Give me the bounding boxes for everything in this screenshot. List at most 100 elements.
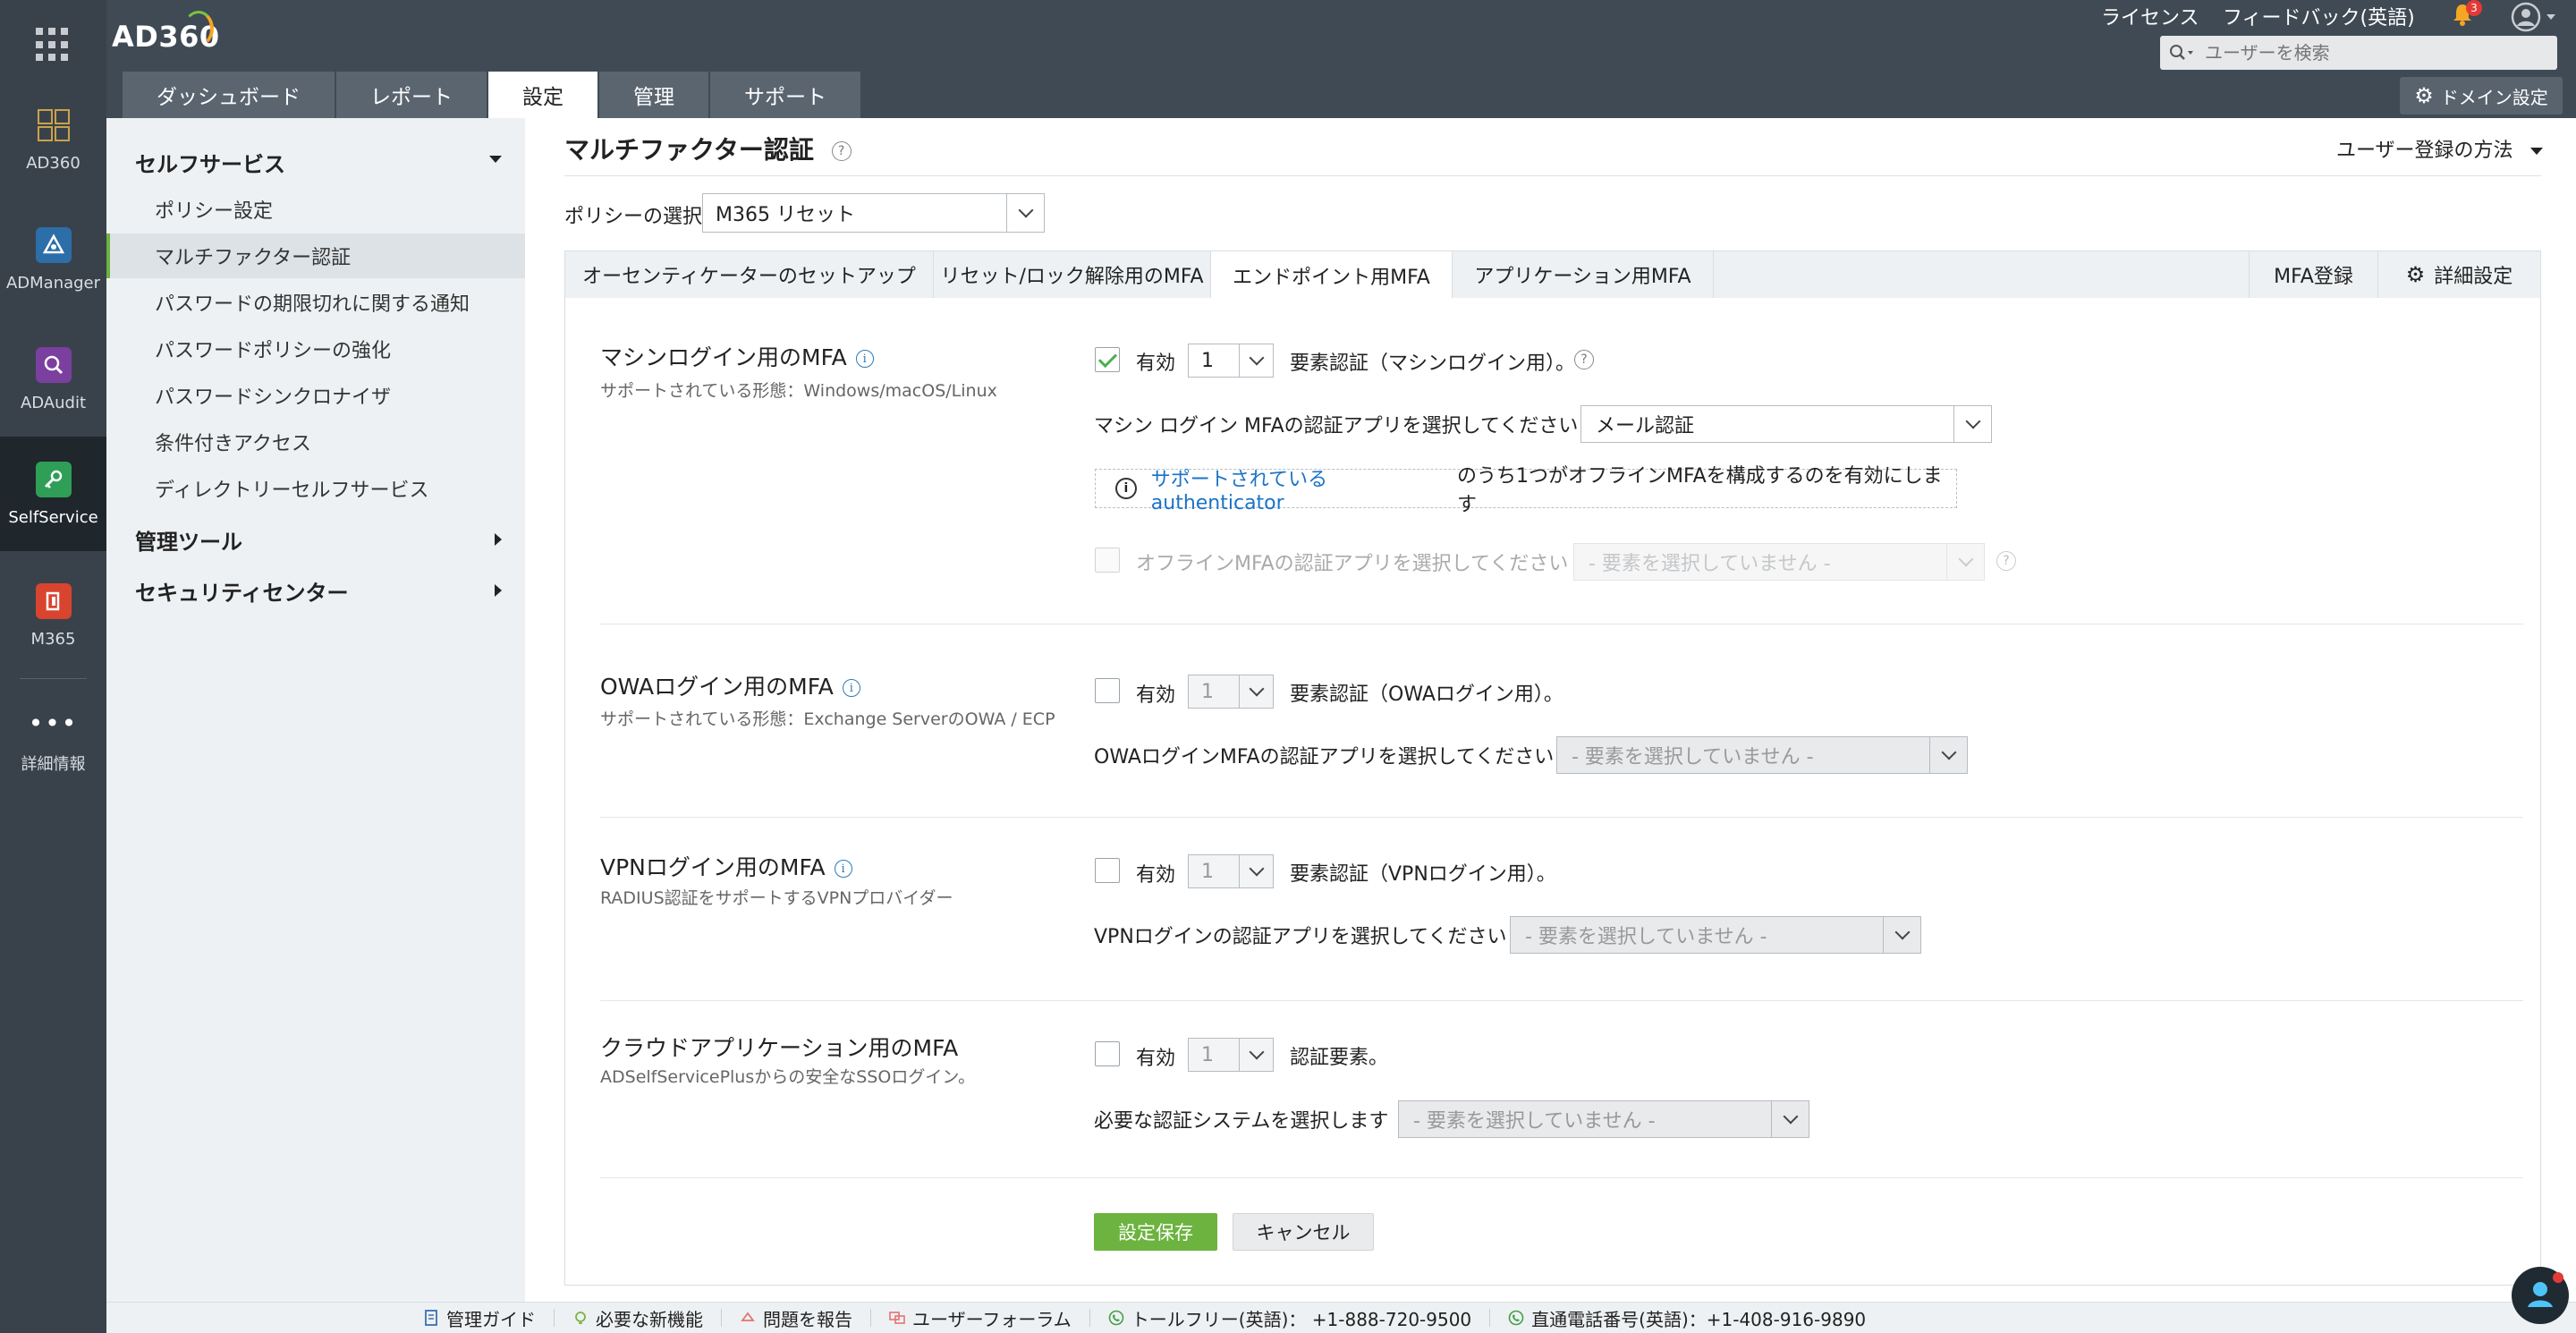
sidebar-item-password-policy[interactable]: パスワードポリシーの強化 <box>106 327 525 371</box>
title-divider <box>564 175 2541 176</box>
feature-request-link[interactable]: 必要な新機能 <box>572 1305 703 1331</box>
help-icon[interactable]: ? <box>831 141 852 161</box>
sidebar-item-directory-selfservice[interactable]: ディレクトリーセルフサービス <box>106 466 525 511</box>
info-icon[interactable]: i <box>855 350 874 368</box>
admanager-icon <box>35 227 72 263</box>
chevron-down-icon <box>1929 737 1967 773</box>
admin-guide-link[interactable]: 管理ガイド <box>423 1305 536 1331</box>
registration-method-dropdown[interactable]: ユーザー登録の方法 <box>2336 134 2543 163</box>
feedback-link[interactable]: フィードバック(英語) <box>2223 2 2415 30</box>
machine-mfa-count-value: 1 <box>1201 349 1214 372</box>
top-header: AD360 ライセンス フィードバック(英語) 3 ⚙ ドメイン設定 ダッシュボ… <box>106 0 2576 118</box>
sidebar-item-password-sync[interactable]: パスワードシンクロナイザ <box>106 373 525 418</box>
owa-mfa-count-select[interactable]: 1 <box>1188 675 1274 709</box>
chevron-down-icon <box>1239 855 1273 887</box>
vpn-mfa-title: VPNログイン用のMFA i <box>600 850 852 882</box>
cloud-mfa-app-select[interactable]: - 要素を選択していません - <box>1398 1100 1809 1138</box>
tab-support[interactable]: サポート <box>710 72 860 118</box>
info-icon[interactable]: i <box>834 860 852 878</box>
app-grid-icon[interactable] <box>36 28 70 62</box>
settings-sidebar: セルフサービス ポリシー設定 マルチファクター認証 パスワードの期限切れに関する… <box>106 118 525 1302</box>
user-forum-link[interactable]: ユーザーフォーラム <box>889 1305 1072 1331</box>
tab-endpoint-mfa[interactable]: エンドポイント用MFA <box>1211 251 1453 300</box>
rail-item-selfservice[interactable]: SelfService <box>0 437 106 551</box>
section-divider <box>600 817 2523 818</box>
vpn-mfa-subtitle: RADIUS認証をサポートするVPNプロバイダー <box>600 888 953 908</box>
sidebar-item-policy[interactable]: ポリシー設定 <box>106 187 525 232</box>
cloud-mfa-app-value: - 要素を選択していません - <box>1413 1110 1656 1133</box>
domain-settings-button[interactable]: ⚙ ドメイン設定 <box>2400 77 2563 115</box>
vpn-mfa-enable-checkbox[interactable] <box>1095 858 1120 883</box>
machine-mfa-app-select[interactable]: メール認証 <box>1580 405 1992 443</box>
advanced-settings-button[interactable]: ⚙ 詳細設定 <box>2377 251 2540 298</box>
save-settings-button[interactable]: 設定保存 <box>1094 1213 1217 1251</box>
cloud-mfa-title: クラウドアプリケーション用のMFA <box>600 1035 959 1061</box>
info-icon[interactable]: i <box>842 679 860 697</box>
cancel-button[interactable]: キャンセル <box>1233 1213 1374 1251</box>
user-avatar-menu[interactable] <box>2511 2 2563 32</box>
adaudit-icon <box>35 347 72 383</box>
tab-admin[interactable]: 管理 <box>599 72 708 118</box>
tab-reset-unlock-mfa[interactable]: リセット/ロック解除用のMFA <box>934 251 1211 298</box>
owa-mfa-enable-checkbox[interactable] <box>1095 678 1120 703</box>
cloud-mfa-enable-checkbox[interactable] <box>1095 1041 1120 1066</box>
license-link[interactable]: ライセンス <box>2101 2 2199 30</box>
vpn-mfa-factor-text: 要素認証（VPNログイン用）。 <box>1290 863 1556 886</box>
machine-mfa-enable-checkbox[interactable] <box>1095 347 1120 372</box>
supported-authenticators-link[interactable]: サポートされているauthenticator <box>1151 463 1457 514</box>
rail-item-ad360[interactable]: AD360 <box>0 82 106 197</box>
machine-mfa-app-label: マシン ログイン MFAの認証アプリを選択してください <box>1094 415 1579 437</box>
chevron-down-icon <box>1953 406 1991 442</box>
owa-mfa-app-select[interactable]: - 要素を選択していません - <box>1556 736 1968 774</box>
machine-mfa-title: マシンログイン用のMFA i <box>600 340 874 372</box>
lightbulb-icon <box>572 1310 589 1326</box>
offline-mfa-app-select[interactable]: - 要素を選択していません - <box>1573 543 1985 581</box>
help-icon[interactable]: ? <box>1574 350 1594 369</box>
owa-mfa-title: OWAログイン用のMFA i <box>600 669 860 701</box>
sidebar-item-password-expiry[interactable]: パスワードの期限切れに関する通知 <box>106 280 525 325</box>
vpn-mfa-count-select[interactable]: 1 <box>1188 854 1274 888</box>
cloud-mfa-count-select[interactable]: 1 <box>1188 1038 1274 1072</box>
key-icon <box>35 462 72 497</box>
forum-icon <box>889 1310 905 1326</box>
tab-dashboard[interactable]: ダッシュボード <box>123 72 335 118</box>
rail-item-more[interactable]: ••• 詳細情報 <box>0 683 106 798</box>
cloud-mfa-app-label: 必要な認証システムを選択します <box>1094 1110 1389 1133</box>
search-icon[interactable] <box>2160 36 2205 70</box>
rail-item-m365[interactable]: M365 <box>0 558 106 673</box>
tab-authenticator-setup[interactable]: オーセンティケーターのセットアップ <box>565 251 934 298</box>
sidebar-section-admin-tools[interactable]: 管理ツール <box>135 524 520 556</box>
vpn-mfa-count-value: 1 <box>1201 860 1214 883</box>
tab-settings[interactable]: 設定 <box>488 72 597 118</box>
cloud-mfa-enable-label: 有効 <box>1136 1048 1176 1070</box>
rail-item-adaudit[interactable]: ADAudit <box>0 322 106 437</box>
rail-label: AD360 <box>26 154 80 173</box>
sidebar-item-mfa[interactable]: マルチファクター認証 <box>106 233 525 278</box>
vpn-mfa-app-select[interactable]: - 要素を選択していません - <box>1510 916 1921 954</box>
chat-assistant-button[interactable] <box>2512 1267 2569 1324</box>
offline-mfa-label: オフラインMFAの認証アプリを選択してください <box>1136 553 1569 575</box>
user-search-input[interactable] <box>2205 42 2545 64</box>
sidebar-item-conditional-access[interactable]: 条件付きアクセス <box>106 420 525 464</box>
toll-free-phone: トールフリー(英語)： +1-888-720-9500 <box>1108 1305 1471 1331</box>
rail-item-admanager[interactable]: ADManager <box>0 202 106 317</box>
report-issue-link[interactable]: 問題を報告 <box>740 1305 852 1331</box>
policy-select-label: ポリシーの選択 <box>564 206 703 228</box>
sidebar-section-security-center[interactable]: セキュリティセンター <box>135 575 520 607</box>
offline-mfa-checkbox[interactable] <box>1095 548 1120 573</box>
rail-divider <box>20 678 87 679</box>
footer-divider <box>1489 1309 1491 1327</box>
help-icon[interactable]: ? <box>1996 551 2016 571</box>
mfa-enrollment-button[interactable]: MFA登録 <box>2249 251 2377 298</box>
owa-mfa-count-value: 1 <box>1201 680 1214 703</box>
section-divider <box>600 1177 2523 1178</box>
tab-application-mfa[interactable]: アプリケーション用MFA <box>1453 251 1714 298</box>
footer-divider <box>554 1309 555 1327</box>
notification-bell-icon[interactable]: 3 <box>2450 0 2482 27</box>
cloud-mfa-factor-text: 認証要素。 <box>1290 1047 1389 1069</box>
toll-free-label: トールフリー(英語)： +1-888-720-9500 <box>1131 1308 1472 1330</box>
sidebar-section-selfservice[interactable]: セルフサービス <box>135 147 520 178</box>
policy-select[interactable]: M365 リセット <box>702 193 1045 233</box>
tab-reports[interactable]: レポート <box>336 72 487 118</box>
machine-mfa-count-select[interactable]: 1 <box>1188 344 1274 378</box>
